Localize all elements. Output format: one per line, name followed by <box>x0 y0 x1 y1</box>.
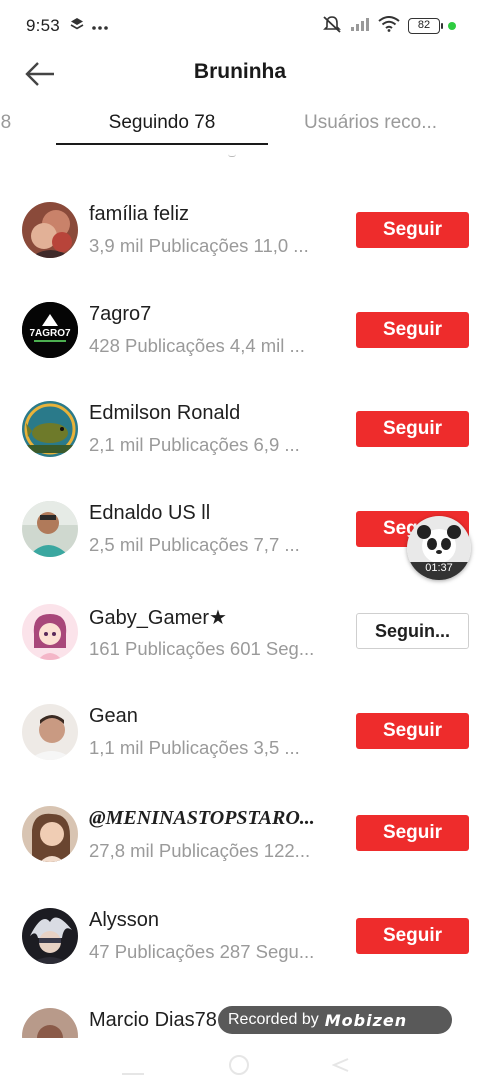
avatar[interactable] <box>22 501 78 557</box>
tab-bar: 98 Seguindo 78 Usuários reco... <box>0 100 480 150</box>
back-triangle-icon <box>331 1058 349 1072</box>
user-name[interactable]: Marcio Dias78 <box>89 1009 217 1032</box>
floating-video-bubble[interactable]: 01:37 <box>407 516 471 580</box>
list-item[interactable]: Alysson 47 Publicações 287 Segu... Segui… <box>0 886 480 986</box>
user-name[interactable]: Alysson <box>89 909 159 932</box>
user-name[interactable]: @MENINASTOPSTARO... <box>89 807 315 830</box>
avatar[interactable] <box>22 202 78 258</box>
tab-followers[interactable]: 98 <box>0 112 11 134</box>
wifi-icon <box>378 15 400 37</box>
list-item[interactable]: 7AGRO7 7agro7 428 Publicações 4,4 mil ..… <box>0 280 480 380</box>
avatar[interactable] <box>22 604 78 660</box>
list-item[interactable]: família feliz 3,9 mil Publicações 11,0 .… <box>0 180 480 280</box>
avatar[interactable] <box>22 704 78 760</box>
list-item[interactable]: Gaby_Gamer★ 161 Publicações 601 Seg... S… <box>0 583 480 683</box>
layers-icon <box>70 17 84 35</box>
menu-icon <box>122 1073 144 1075</box>
signal-icon <box>350 16 370 37</box>
battery-icon: 82 <box>408 18 443 34</box>
following-button[interactable]: Seguin... <box>356 613 469 649</box>
avatar[interactable] <box>22 908 78 964</box>
user-stats: 27,8 mil Publicações 122... <box>89 840 311 861</box>
recording-watermark: Recorded by Mobizen <box>218 1006 452 1034</box>
agro-logo-text: 7AGRO7 <box>29 328 71 339</box>
recorded-by-label: Recorded by <box>228 1011 319 1028</box>
user-name[interactable]: Edmilson Ronald <box>89 402 240 425</box>
avatar[interactable] <box>22 401 78 457</box>
tab-recommended-users[interactable]: Usuários reco... <box>304 112 437 134</box>
avatar[interactable] <box>22 806 78 862</box>
follow-button[interactable]: Seguir <box>356 312 469 348</box>
follow-button[interactable]: Seguir <box>356 918 469 954</box>
user-name[interactable]: 7agro7 <box>89 303 151 326</box>
user-name[interactable]: Gaby_Gamer★ <box>89 605 227 630</box>
user-name[interactable]: família feliz <box>89 203 189 226</box>
home-circle-icon <box>229 1055 249 1075</box>
more-dots-icon <box>92 18 108 35</box>
recorder-brand-logo: Mobizen <box>324 1010 408 1030</box>
header: Bruninha <box>0 48 480 98</box>
pull-indicator <box>228 154 236 157</box>
status-bar: 9:53 82 <box>0 0 480 52</box>
nav-home-button[interactable] <box>228 1054 250 1081</box>
follow-button[interactable]: Seguir <box>356 713 469 749</box>
tab-indicator <box>56 143 268 145</box>
follow-button[interactable]: Seguir <box>356 212 469 248</box>
mute-icon <box>322 15 342 38</box>
user-name[interactable]: Ednaldo US ll <box>89 502 210 525</box>
user-stats: 1,1 mil Publicações 3,5 ... <box>89 737 300 758</box>
user-name[interactable]: Gean <box>89 705 138 728</box>
user-stats: 161 Publicações 601 Seg... <box>89 638 315 659</box>
user-stats: 47 Publicações 287 Segu... <box>89 941 315 962</box>
nav-menu-button[interactable] <box>122 1064 144 1082</box>
user-stats: 2,1 mil Publicações 6,9 ... <box>89 434 300 455</box>
page-title: Bruninha <box>193 60 287 83</box>
follow-button[interactable]: Seguir <box>356 815 469 851</box>
list-item[interactable]: @MENINASTOPSTARO... 27,8 mil Publicações… <box>0 784 480 884</box>
status-time: 9:53 <box>26 16 60 35</box>
tab-following[interactable]: Seguindo 78 <box>56 112 268 134</box>
user-stats: 3,9 mil Publicações 11,0 ... <box>89 235 309 256</box>
avatar[interactable]: 7AGRO7 <box>22 302 78 358</box>
notification-dot <box>448 22 456 30</box>
follow-button[interactable]: Seguir <box>356 411 469 447</box>
list-item[interactable]: Edmilson Ronald 2,1 mil Publicações 6,9 … <box>0 380 480 480</box>
user-stats: 2,5 mil Publicações 7,7 ... <box>89 534 300 555</box>
list-item[interactable]: Gean 1,1 mil Publicações 3,5 ... Seguir <box>0 683 480 783</box>
nav-back-button[interactable] <box>331 1058 350 1077</box>
user-stats: 428 Publicações 4,4 mil ... <box>89 335 305 356</box>
system-nav-bar <box>0 1038 480 1092</box>
video-timer: 01:37 <box>425 562 453 574</box>
